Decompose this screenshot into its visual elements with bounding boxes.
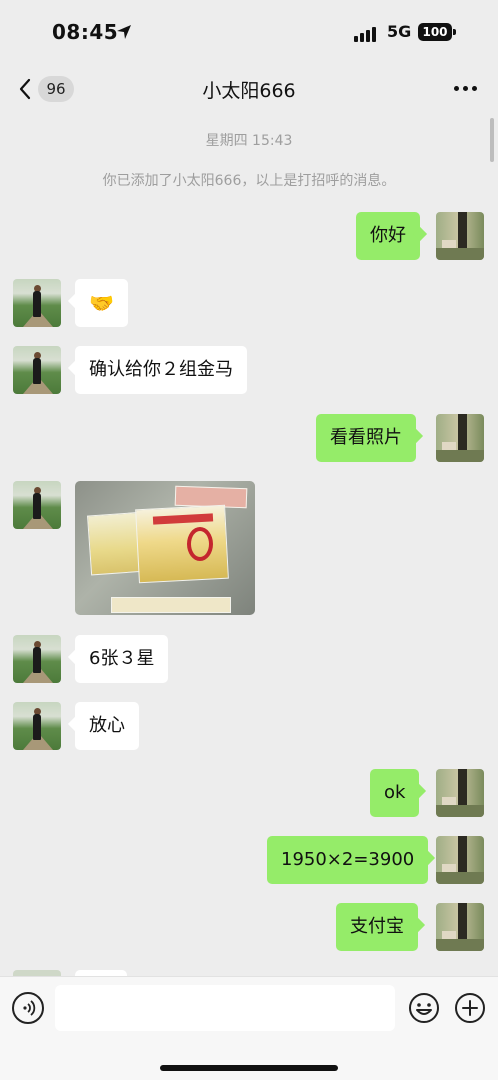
battery-icon: 100	[418, 23, 452, 41]
message-bubble-outgoing[interactable]: 1950×2=3900	[267, 836, 429, 884]
message-bubble-incoming[interactable]: 🤝	[75, 279, 128, 327]
contact-avatar[interactable]	[13, 635, 61, 683]
status-bar: 08:45 5G 100	[0, 0, 498, 64]
message-bubble-incoming[interactable]: 放心	[75, 702, 139, 750]
signal-icon	[354, 26, 378, 42]
system-notice: 你已添加了小太阳666，以上是打招呼的消息。	[102, 173, 396, 189]
message-timestamp: 星期四 15:43	[205, 133, 293, 149]
voice-icon[interactable]	[12, 992, 44, 1024]
network-type: 5G	[387, 22, 412, 41]
message-bubble-incoming[interactable]: 确认给你２组金马	[75, 346, 247, 394]
emoji-icon[interactable]	[408, 992, 440, 1024]
status-time: 08:45	[52, 20, 119, 44]
message-input[interactable]	[55, 985, 395, 1031]
home-indicator	[160, 1065, 338, 1071]
my-avatar[interactable]	[436, 414, 484, 462]
battery-tip	[453, 29, 456, 35]
chat-nav-bar: 96 小太阳666	[0, 64, 498, 114]
message-bubble-incoming[interactable]: 6张３星	[75, 635, 169, 683]
contact-avatar[interactable]	[13, 702, 61, 750]
message-bubble-outgoing[interactable]: 支付宝	[336, 903, 418, 951]
chat-input-bar	[0, 976, 498, 1080]
more-dots-icon[interactable]	[454, 86, 478, 92]
my-avatar[interactable]	[436, 212, 484, 260]
my-avatar[interactable]	[436, 903, 484, 951]
message-bubble-outgoing[interactable]: 看看照片	[316, 414, 416, 462]
chat-title: 小太阳666	[202, 80, 296, 102]
photo-message[interactable]	[75, 481, 255, 615]
message-bubble-outgoing[interactable]: ok	[370, 769, 420, 817]
contact-avatar[interactable]	[13, 481, 61, 529]
contact-avatar[interactable]	[13, 279, 61, 327]
location-arrow-icon	[117, 25, 131, 39]
contact-avatar[interactable]	[13, 346, 61, 394]
my-avatar[interactable]	[436, 836, 484, 884]
message-bubble-outgoing[interactable]: 你好	[356, 212, 420, 260]
plus-icon[interactable]	[454, 992, 486, 1024]
my-avatar[interactable]	[436, 769, 484, 817]
